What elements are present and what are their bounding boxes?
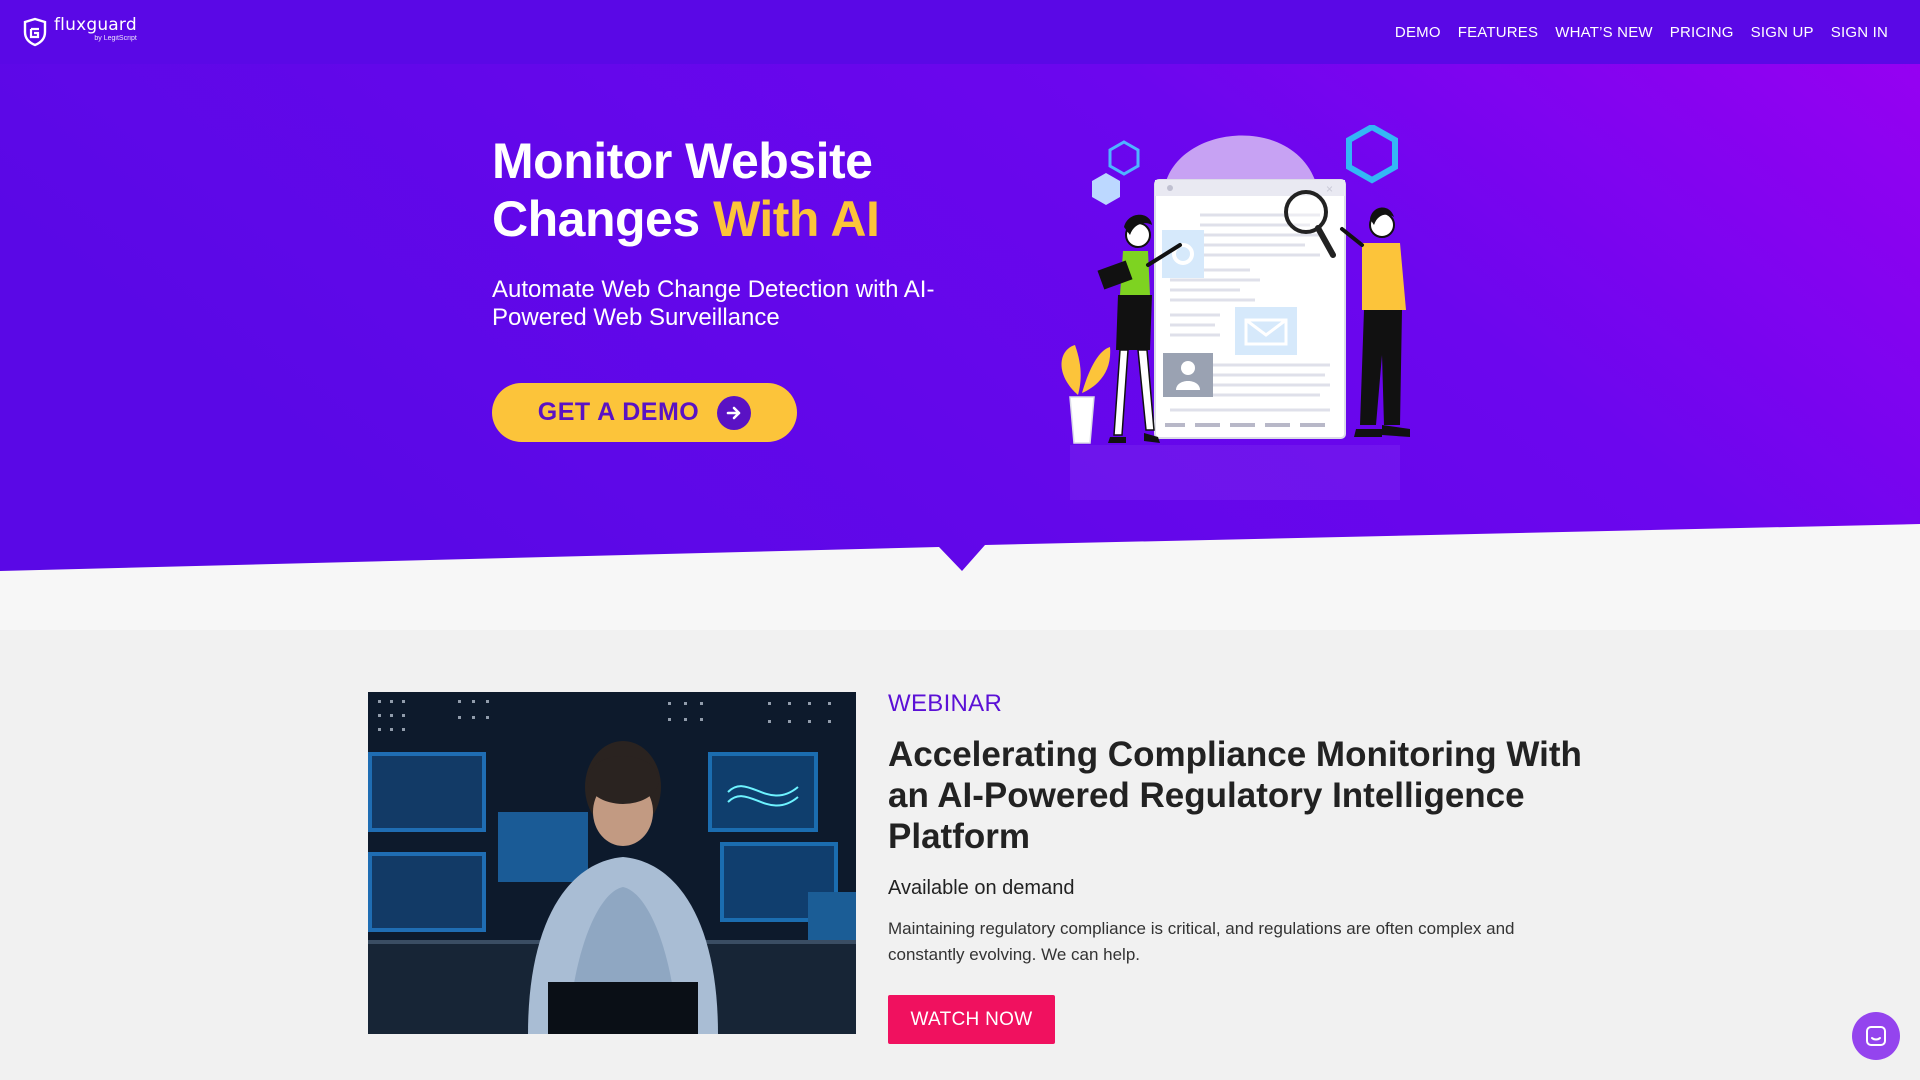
webinar-title: Accelerating Compliance Monitoring With … bbox=[888, 735, 1582, 856]
webinar-description: Maintaining regulatory compliance is cri… bbox=[888, 919, 1515, 964]
webinar-text: WEBINAR Accelerating Compliance Monitori… bbox=[888, 690, 1608, 968]
get-a-demo-button[interactable]: GET A DEMO bbox=[492, 383, 797, 442]
watch-now-button[interactable]: WATCH NOW bbox=[888, 995, 1055, 1044]
nav-sign-in[interactable]: SIGN IN bbox=[1831, 24, 1888, 41]
webinar-availability: Available on demand bbox=[888, 877, 1075, 899]
nav-sign-up[interactable]: SIGN UP bbox=[1751, 24, 1814, 41]
chat-icon bbox=[1866, 1026, 1886, 1046]
main-nav: DEMO FEATURES WHAT’S NEW PRICING SIGN UP… bbox=[1378, 0, 1888, 64]
svg-text:×: × bbox=[1326, 182, 1333, 196]
arrow-right-circle-icon bbox=[717, 395, 752, 430]
hero-title-line1: Monitor Website bbox=[492, 133, 873, 189]
hero-illustration: × bbox=[1061, 125, 1410, 500]
nav-pricing[interactable]: PRICING bbox=[1670, 24, 1734, 41]
logo-wordmark: fluxguard bbox=[54, 15, 137, 35]
webinar-image bbox=[368, 692, 856, 1034]
hero-title-accent: With AI bbox=[713, 191, 880, 247]
navbar: fluxguard by LegitScript DEMO FEATURES W… bbox=[0, 0, 1920, 64]
nav-features[interactable]: FEATURES bbox=[1458, 24, 1539, 41]
cta-label: GET A DEMO bbox=[537, 398, 700, 426]
hero-title: Monitor Website Changes With AI bbox=[492, 132, 992, 248]
hero-title-line2: Changes bbox=[492, 191, 714, 247]
logo-tagline: by LegitScript bbox=[94, 35, 137, 42]
shield-logo-icon bbox=[23, 17, 47, 47]
hexagon-outline-icon bbox=[1108, 140, 1140, 176]
nav-demo[interactable]: DEMO bbox=[1395, 24, 1441, 41]
chat-launcher[interactable] bbox=[1852, 1012, 1900, 1060]
nav-whats-new[interactable]: WHAT’S NEW bbox=[1555, 24, 1653, 41]
webinar-eyebrow: WEBINAR bbox=[888, 690, 1003, 717]
hero-text: Monitor Website Changes With AI Automate… bbox=[492, 132, 992, 332]
hero-subtitle: Automate Web Change Detection with AI-Po… bbox=[492, 276, 935, 331]
logo[interactable]: fluxguard by LegitScript bbox=[22, 17, 137, 47]
